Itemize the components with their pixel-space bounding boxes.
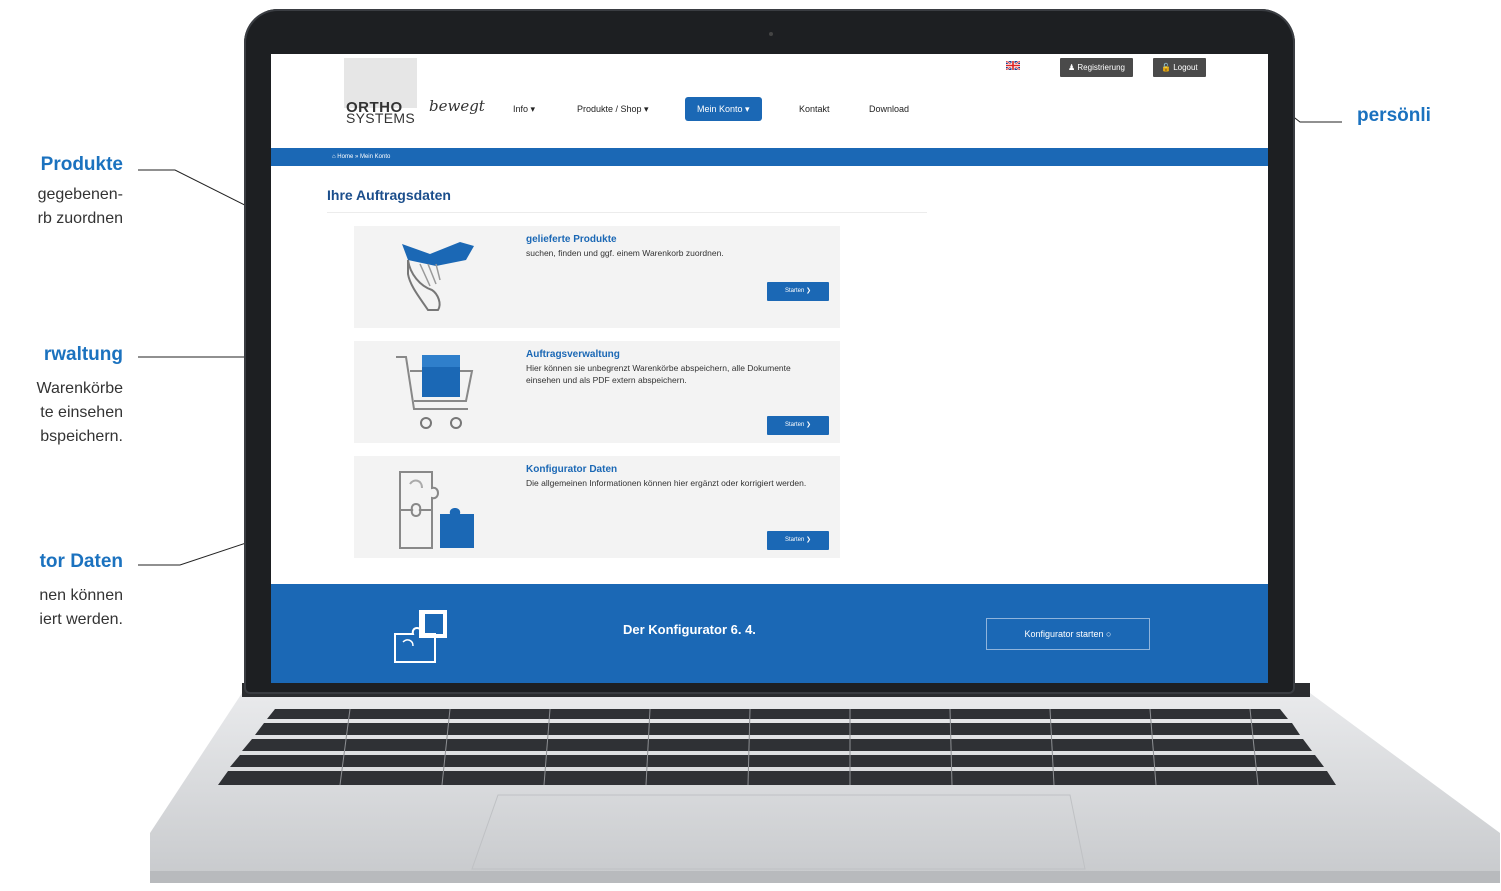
callout-title: persönli [1357, 105, 1431, 126]
card-konfigurator-daten: Konfigurator Daten Die allgemeinen Infor… [354, 456, 840, 558]
card-title[interactable]: Konfigurator Daten [526, 464, 617, 475]
card-gelieferte-produkte: gelieferte Produkte suchen, finden und g… [354, 226, 840, 328]
logout-label: Logout [1173, 63, 1198, 72]
ortho-systems-logo[interactable]: ORTHO SYSTEMS [346, 100, 416, 126]
card-auftragsverwaltung: Auftragsverwaltung Hier können sie unbeg… [354, 341, 840, 443]
starten-button[interactable]: Starten ❯ [767, 416, 829, 435]
callout-gelieferte-produkte: Produkte gegebenen- rb zuordnen [38, 153, 123, 231]
konfigurator-footer: Der Konfigurator 6. 4. Konfigurator star… [271, 584, 1268, 683]
callout-text: bspeichern. [40, 428, 123, 445]
callout-persoenlich: persönli [1357, 104, 1431, 128]
callout-text: iert werden. [39, 611, 123, 628]
logo-tagline: bewegt [429, 97, 485, 115]
breadcrumb-links[interactable]: Home » Mein Konto [337, 154, 390, 160]
callout-konfigurator-daten: tor Daten nen können iert werden. [39, 550, 123, 632]
logo-systems-text: SYSTEMS [346, 110, 416, 126]
breadcrumb: ⌂ Home » Mein Konto [271, 148, 1268, 166]
starten-button[interactable]: Starten ❯ [767, 282, 829, 301]
card-title[interactable]: gelieferte Produkte [526, 234, 617, 245]
camera-dot [769, 32, 773, 36]
card-description: Die allgemeinen Informationen können hie… [526, 478, 807, 488]
callout-title: tor Daten [39, 551, 123, 572]
card-description: suchen, finden und ggf. einem Warenkorb … [526, 248, 724, 258]
callout-text: te einsehen [40, 404, 123, 421]
breadcrumb-text: ⌂ Home » Mein Konto [332, 148, 390, 166]
callout-text: gegebenen- [37, 186, 123, 203]
footer-title: Der Konfigurator 6. 4. [623, 622, 756, 637]
registrierung-button[interactable]: ♟ Registrierung [1060, 58, 1133, 77]
callout-text: Warenkörbe [36, 380, 123, 397]
card-description: Hier können sie unbegrenzt Warenkörbe ab… [526, 363, 791, 385]
callout-text: nen können [39, 587, 123, 604]
card-title[interactable]: Auftragsverwaltung [526, 349, 620, 360]
user-icon: ♟ [1068, 63, 1078, 72]
orthosis-icon [402, 242, 474, 311]
page-title: Ihre Auftragsdaten [327, 187, 451, 203]
nav-produkte-shop[interactable]: Produkte / Shop ▾ [577, 97, 649, 121]
nav-kontakt[interactable]: Kontakt [799, 97, 830, 121]
laptop-base [150, 683, 1500, 883]
callout-title: rwaltung [43, 344, 123, 365]
uk-flag-icon[interactable] [1006, 61, 1020, 70]
nav-mein-konto[interactable]: Mein Konto ▾ [685, 97, 762, 121]
callout-text: rb zuordnen [37, 210, 123, 227]
callout-title: Produkte [40, 154, 123, 175]
site-header: ORTHO SYSTEMS bewegt Info ▾ Produkte / S… [271, 54, 1268, 144]
nav-info[interactable]: Info ▾ [513, 97, 535, 121]
shopping-cart-icon [396, 355, 474, 429]
starten-button[interactable]: Starten ❯ [767, 531, 829, 550]
lock-icon: 🔓 [1161, 63, 1174, 72]
title-divider [327, 212, 927, 213]
laptop-screen: ORTHO SYSTEMS bewegt Info ▾ Produkte / S… [271, 54, 1268, 683]
callout-auftragsverwaltung: rwaltung Warenkörbe te einsehen bspeiche… [36, 343, 123, 449]
konfigurator-starten-button[interactable]: Konfigurator starten ○ [986, 618, 1150, 650]
registrierung-label: Registrierung [1077, 63, 1125, 72]
logout-button[interactable]: 🔓 Logout [1153, 58, 1206, 77]
nav-download[interactable]: Download [869, 97, 909, 121]
puzzle-icon [394, 610, 447, 663]
puzzle-icon [399, 471, 474, 549]
